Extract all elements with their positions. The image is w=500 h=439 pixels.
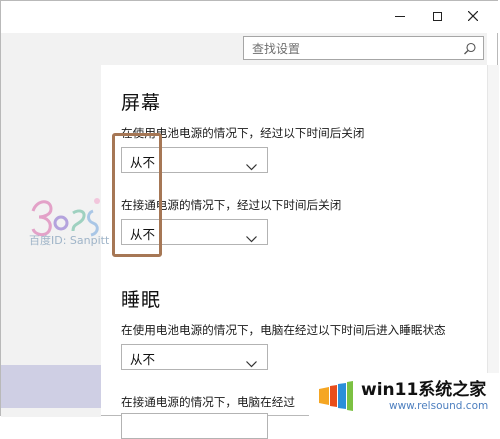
sleep-battery-label: 在使用电池电源的情况下，电脑在经过以下时间后进入睡眠状态 — [121, 323, 446, 337]
minimize-icon — [395, 15, 405, 17]
sleep-plugged-label: 在接通电源的情况下，电脑在经过 — [121, 395, 295, 409]
search-input[interactable]: 查找设置 — [243, 36, 484, 60]
maximize-button[interactable] — [420, 1, 454, 31]
close-icon — [468, 11, 478, 21]
watermark-text: 百度ID: Sanpitt — [29, 234, 110, 247]
sleep-battery-dropdown[interactable]: 从不 — [121, 344, 268, 370]
highlight-box — [112, 133, 162, 257]
chevron-down-icon — [246, 353, 257, 372]
close-button[interactable] — [456, 1, 490, 31]
site-logo-url: www.relsound.com — [389, 400, 489, 412]
chevron-down-icon — [246, 156, 257, 175]
site-logo-title: win11系统之家 — [361, 380, 487, 400]
settings-window: 查找设置 屏幕 在使用电池电源的情况下，经过以下时间后关闭 从不 在接通电源的情… — [0, 0, 500, 439]
screen-section-title: 屏幕 — [121, 92, 162, 114]
sidebar-item-selected[interactable] — [1, 365, 101, 408]
chevron-down-icon — [246, 228, 257, 247]
site-logo: win11系统之家 www.relsound.com — [309, 373, 500, 419]
sleep-plugged-dropdown[interactable] — [121, 413, 268, 439]
scrollbar[interactable] — [487, 65, 499, 417]
sleep-section-title: 睡眠 — [121, 289, 162, 311]
sleep-battery-value: 从不 — [130, 352, 156, 367]
search-placeholder: 查找设置 — [252, 42, 301, 56]
minimize-button[interactable] — [383, 1, 417, 31]
maximize-icon — [432, 11, 442, 21]
windows-logo-icon — [319, 381, 353, 411]
search-icon — [463, 41, 477, 60]
